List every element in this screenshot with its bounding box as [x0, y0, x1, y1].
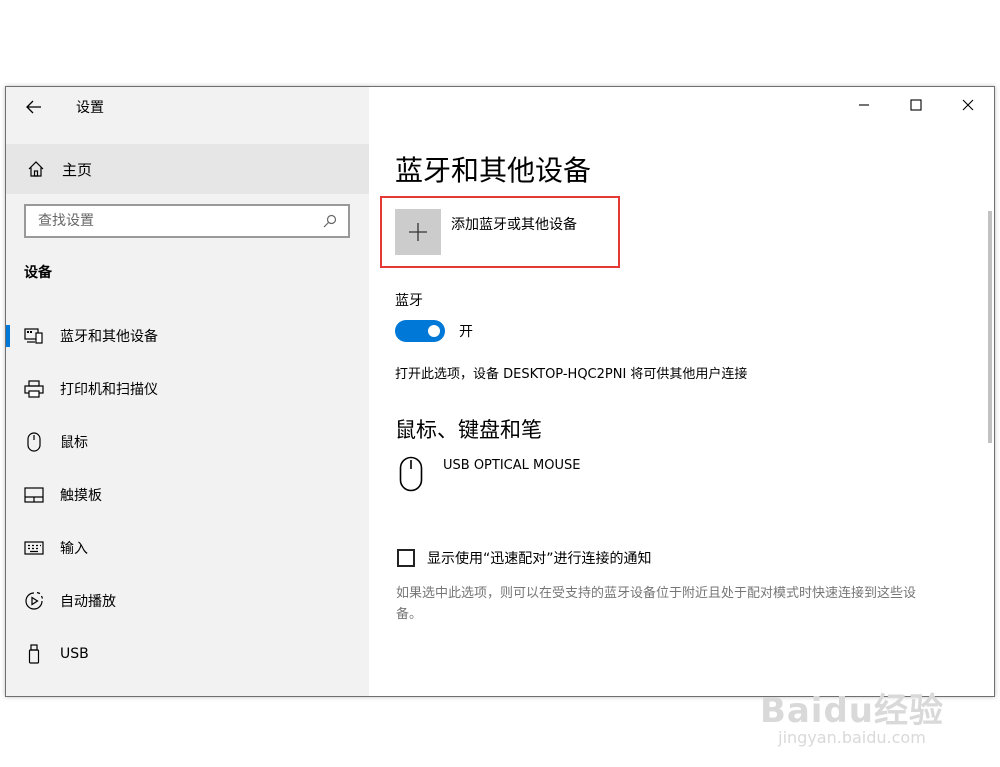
sidebar-item-usb[interactable]: USB [6, 627, 369, 680]
watermark-logo: Baidu经验 [759, 691, 944, 731]
search-input[interactable] [26, 212, 318, 230]
minimize-icon [859, 104, 869, 106]
toggle-knob [428, 325, 440, 337]
sidebar-section-title: 设备 [24, 265, 52, 281]
minimize-button[interactable] [838, 87, 890, 123]
close-icon [962, 99, 974, 111]
bluetooth-label: 蓝牙 [395, 293, 423, 309]
touchpad-icon [24, 485, 44, 505]
add-device-button[interactable]: 添加蓝牙或其他设备 [395, 209, 577, 255]
swift-pair-option[interactable]: 显示使用“迅速配对”进行连接的通知 [397, 548, 652, 568]
app-title: 设置 [76, 100, 104, 116]
input-section-title: 鼠标、键盘和笔 [395, 418, 542, 442]
keyboard-icon [24, 538, 44, 558]
bluetooth-description: 打开此选项，设备 DESKTOP-HQC2PNI 将可供其他用户连接 [395, 367, 748, 382]
mouse-icon [399, 456, 423, 492]
home-icon [26, 159, 46, 179]
watermark: Baidu经验 jingyan.baidu.com [760, 683, 944, 747]
arrow-left-icon [26, 100, 41, 114]
plus-icon [409, 223, 427, 241]
sidebar-item-label: 鼠标 [60, 434, 88, 451]
mouse-icon [24, 431, 44, 452]
sidebar-item-label: 打印机和扫描仪 [60, 381, 158, 398]
sidebar-item-home[interactable]: 主页 [6, 144, 369, 194]
sidebar-item-label: 自动播放 [60, 593, 116, 610]
swift-pair-checkbox[interactable] [397, 549, 415, 567]
swift-pair-label: 显示使用“迅速配对”进行连接的通知 [427, 551, 652, 567]
close-button[interactable] [942, 87, 994, 123]
sidebar-item-label: 触摸板 [60, 487, 102, 504]
sidebar: 设置 主页 设备 蓝牙和其他设备 [6, 87, 369, 696]
printer-icon [24, 379, 44, 399]
main-content: 蓝牙和其他设备 添加蓝牙或其他设备 蓝牙 开 打开此选项，设备 DESKTOP-… [369, 87, 994, 696]
search-box[interactable] [24, 204, 350, 238]
usb-icon [24, 643, 44, 664]
mouse-device-name: USB OPTICAL MOUSE [443, 458, 581, 473]
bluetooth-toggle[interactable] [395, 320, 445, 342]
settings-window: 设置 主页 设备 蓝牙和其他设备 [5, 86, 995, 697]
scrollbar[interactable] [988, 211, 992, 443]
devices-icon [24, 326, 44, 346]
autoplay-icon [24, 591, 44, 611]
bluetooth-toggle-row: 开 [395, 320, 473, 342]
maximize-icon [910, 99, 922, 111]
watermark-url: jingyan.baidu.com [778, 728, 926, 747]
sidebar-item-bluetooth[interactable]: 蓝牙和其他设备 [6, 309, 369, 362]
sidebar-item-touchpad[interactable]: 触摸板 [6, 468, 369, 521]
sidebar-item-label: 输入 [60, 540, 88, 557]
page-background [0, 0, 1000, 86]
maximize-button[interactable] [890, 87, 942, 123]
sidebar-item-typing[interactable]: 输入 [6, 521, 369, 574]
add-tile [395, 209, 441, 255]
sidebar-nav: 蓝牙和其他设备 打印机和扫描仪 鼠标 触摸板 输入 自动播放 USB [6, 309, 369, 680]
home-label: 主页 [62, 160, 93, 179]
add-device-label: 添加蓝牙或其他设备 [451, 217, 577, 233]
search-icon[interactable] [318, 214, 342, 228]
window-controls [838, 87, 994, 123]
back-button[interactable] [22, 95, 46, 119]
page-title: 蓝牙和其他设备 [395, 154, 592, 187]
sidebar-item-mouse[interactable]: 鼠标 [6, 415, 369, 468]
bluetooth-state-text: 开 [459, 324, 473, 340]
sidebar-item-label: 蓝牙和其他设备 [60, 328, 158, 345]
sidebar-item-autoplay[interactable]: 自动播放 [6, 574, 369, 627]
sidebar-item-label: USB [60, 645, 89, 662]
swift-pair-description: 如果选中此选项，则可以在受支持的蓝牙设备位于附近且处于配对模式时快速连接到这些设… [396, 586, 917, 622]
sidebar-item-printers[interactable]: 打印机和扫描仪 [6, 362, 369, 415]
mouse-device-item[interactable]: USB OPTICAL MOUSE [399, 456, 580, 492]
